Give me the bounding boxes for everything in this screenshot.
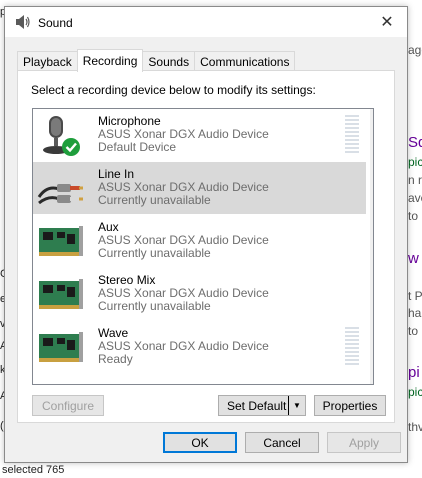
level-meter bbox=[345, 115, 359, 157]
device-name: Stereo Mix bbox=[98, 273, 156, 287]
set-default-button[interactable]: Set Default ▼ bbox=[218, 395, 306, 416]
device-status: Currently unavailable bbox=[98, 193, 211, 207]
background-status-bar: selected 765 bbox=[0, 462, 422, 478]
speaker-icon bbox=[16, 15, 30, 29]
close-button[interactable]: ✕ bbox=[367, 7, 407, 37]
window-title: Sound bbox=[38, 16, 73, 30]
device-driver: ASUS Xonar DGX Audio Device bbox=[98, 339, 269, 353]
sound-card-icon bbox=[39, 226, 83, 256]
device-driver: ASUS Xonar DGX Audio Device bbox=[98, 286, 269, 300]
device-row-line-in[interactable]: Line In ASUS Xonar DGX Audio Device Curr… bbox=[33, 162, 366, 214]
device-row-wave[interactable]: Wave ASUS Xonar DGX Audio Device Ready bbox=[33, 321, 366, 373]
device-driver: ASUS Xonar DGX Audio Device bbox=[98, 127, 269, 141]
tab-communications[interactable]: Communications bbox=[194, 51, 296, 72]
bg-right-text: to bbox=[408, 209, 419, 223]
level-meter bbox=[345, 327, 359, 369]
recording-panel: Select a recording device below to modif… bbox=[17, 70, 395, 423]
bg-right-text: age bbox=[408, 43, 422, 57]
apply-button[interactable]: Apply bbox=[327, 432, 401, 453]
bg-right-text: thv bbox=[408, 420, 422, 434]
bg-right-text: n re bbox=[408, 173, 422, 187]
bg-right-text: w bbox=[408, 250, 419, 267]
bg-right-text: ave bbox=[408, 191, 422, 205]
close-icon: ✕ bbox=[380, 14, 394, 31]
tab-recording[interactable]: Recording bbox=[76, 49, 144, 72]
device-name: Wave bbox=[98, 326, 129, 340]
tab-playback[interactable]: Playback bbox=[17, 51, 78, 72]
device-status: Default Device bbox=[98, 140, 177, 154]
background-app-right: age Sq pic n re ave to w t P hab to pi p… bbox=[408, 0, 422, 478]
device-list[interactable]: Microphone ASUS Xonar DGX Audio Device D… bbox=[32, 108, 374, 385]
sound-card-icon bbox=[39, 332, 83, 362]
device-row-stereo-mix[interactable]: Stereo Mix ASUS Xonar DGX Audio Device C… bbox=[33, 268, 366, 320]
title-bar[interactable]: Sound ✕ bbox=[5, 7, 407, 37]
device-status: Currently unavailable bbox=[98, 299, 211, 313]
set-default-label: Set Default bbox=[227, 399, 287, 413]
scroll-up-arrow-icon[interactable]: ▲ bbox=[370, 109, 373, 126]
chevron-down-icon[interactable]: ▼ bbox=[288, 396, 305, 415]
ok-button[interactable]: OK bbox=[163, 432, 237, 453]
device-status: Currently unavailable bbox=[98, 246, 211, 260]
bg-right-text: pi bbox=[408, 364, 420, 381]
status-text: selected 765 bbox=[2, 464, 65, 476]
device-name: Microphone bbox=[98, 114, 161, 128]
sound-dialog: Sound ✕ Playback Recording Sounds Commun… bbox=[4, 6, 408, 463]
line-in-cable-icon bbox=[37, 184, 83, 205]
tab-strip: Playback Recording Sounds Communications bbox=[17, 49, 296, 72]
bg-right-text: t P bbox=[408, 289, 422, 303]
vertical-scrollbar[interactable]: ▲ ▼ bbox=[370, 109, 373, 384]
device-driver: ASUS Xonar DGX Audio Device bbox=[98, 233, 269, 247]
device-name: Aux bbox=[98, 220, 119, 234]
properties-button[interactable]: Properties bbox=[314, 395, 386, 416]
tab-sounds[interactable]: Sounds bbox=[142, 51, 196, 72]
bg-right-text: hab bbox=[408, 306, 422, 320]
bg-right-text: Sq bbox=[408, 134, 422, 151]
configure-button[interactable]: Configure bbox=[32, 395, 104, 416]
device-driver: ASUS Xonar DGX Audio Device bbox=[98, 180, 269, 194]
default-check-badge bbox=[62, 138, 80, 156]
device-row-aux[interactable]: Aux ASUS Xonar DGX Audio Device Currentl… bbox=[33, 215, 366, 267]
scroll-down-arrow-icon[interactable]: ▼ bbox=[370, 367, 373, 384]
sound-card-icon bbox=[39, 279, 83, 309]
bg-right-text: pic bbox=[408, 155, 422, 169]
device-status: Ready bbox=[98, 352, 133, 366]
microphone-icon bbox=[43, 116, 80, 156]
device-row-microphone[interactable]: Microphone ASUS Xonar DGX Audio Device D… bbox=[33, 109, 366, 161]
bg-right-text: to bbox=[408, 324, 419, 338]
device-name: Line In bbox=[98, 167, 135, 181]
bg-right-text: pic bbox=[408, 385, 422, 399]
instruction-text: Select a recording device below to modif… bbox=[31, 83, 316, 97]
cancel-button[interactable]: Cancel bbox=[245, 432, 319, 453]
